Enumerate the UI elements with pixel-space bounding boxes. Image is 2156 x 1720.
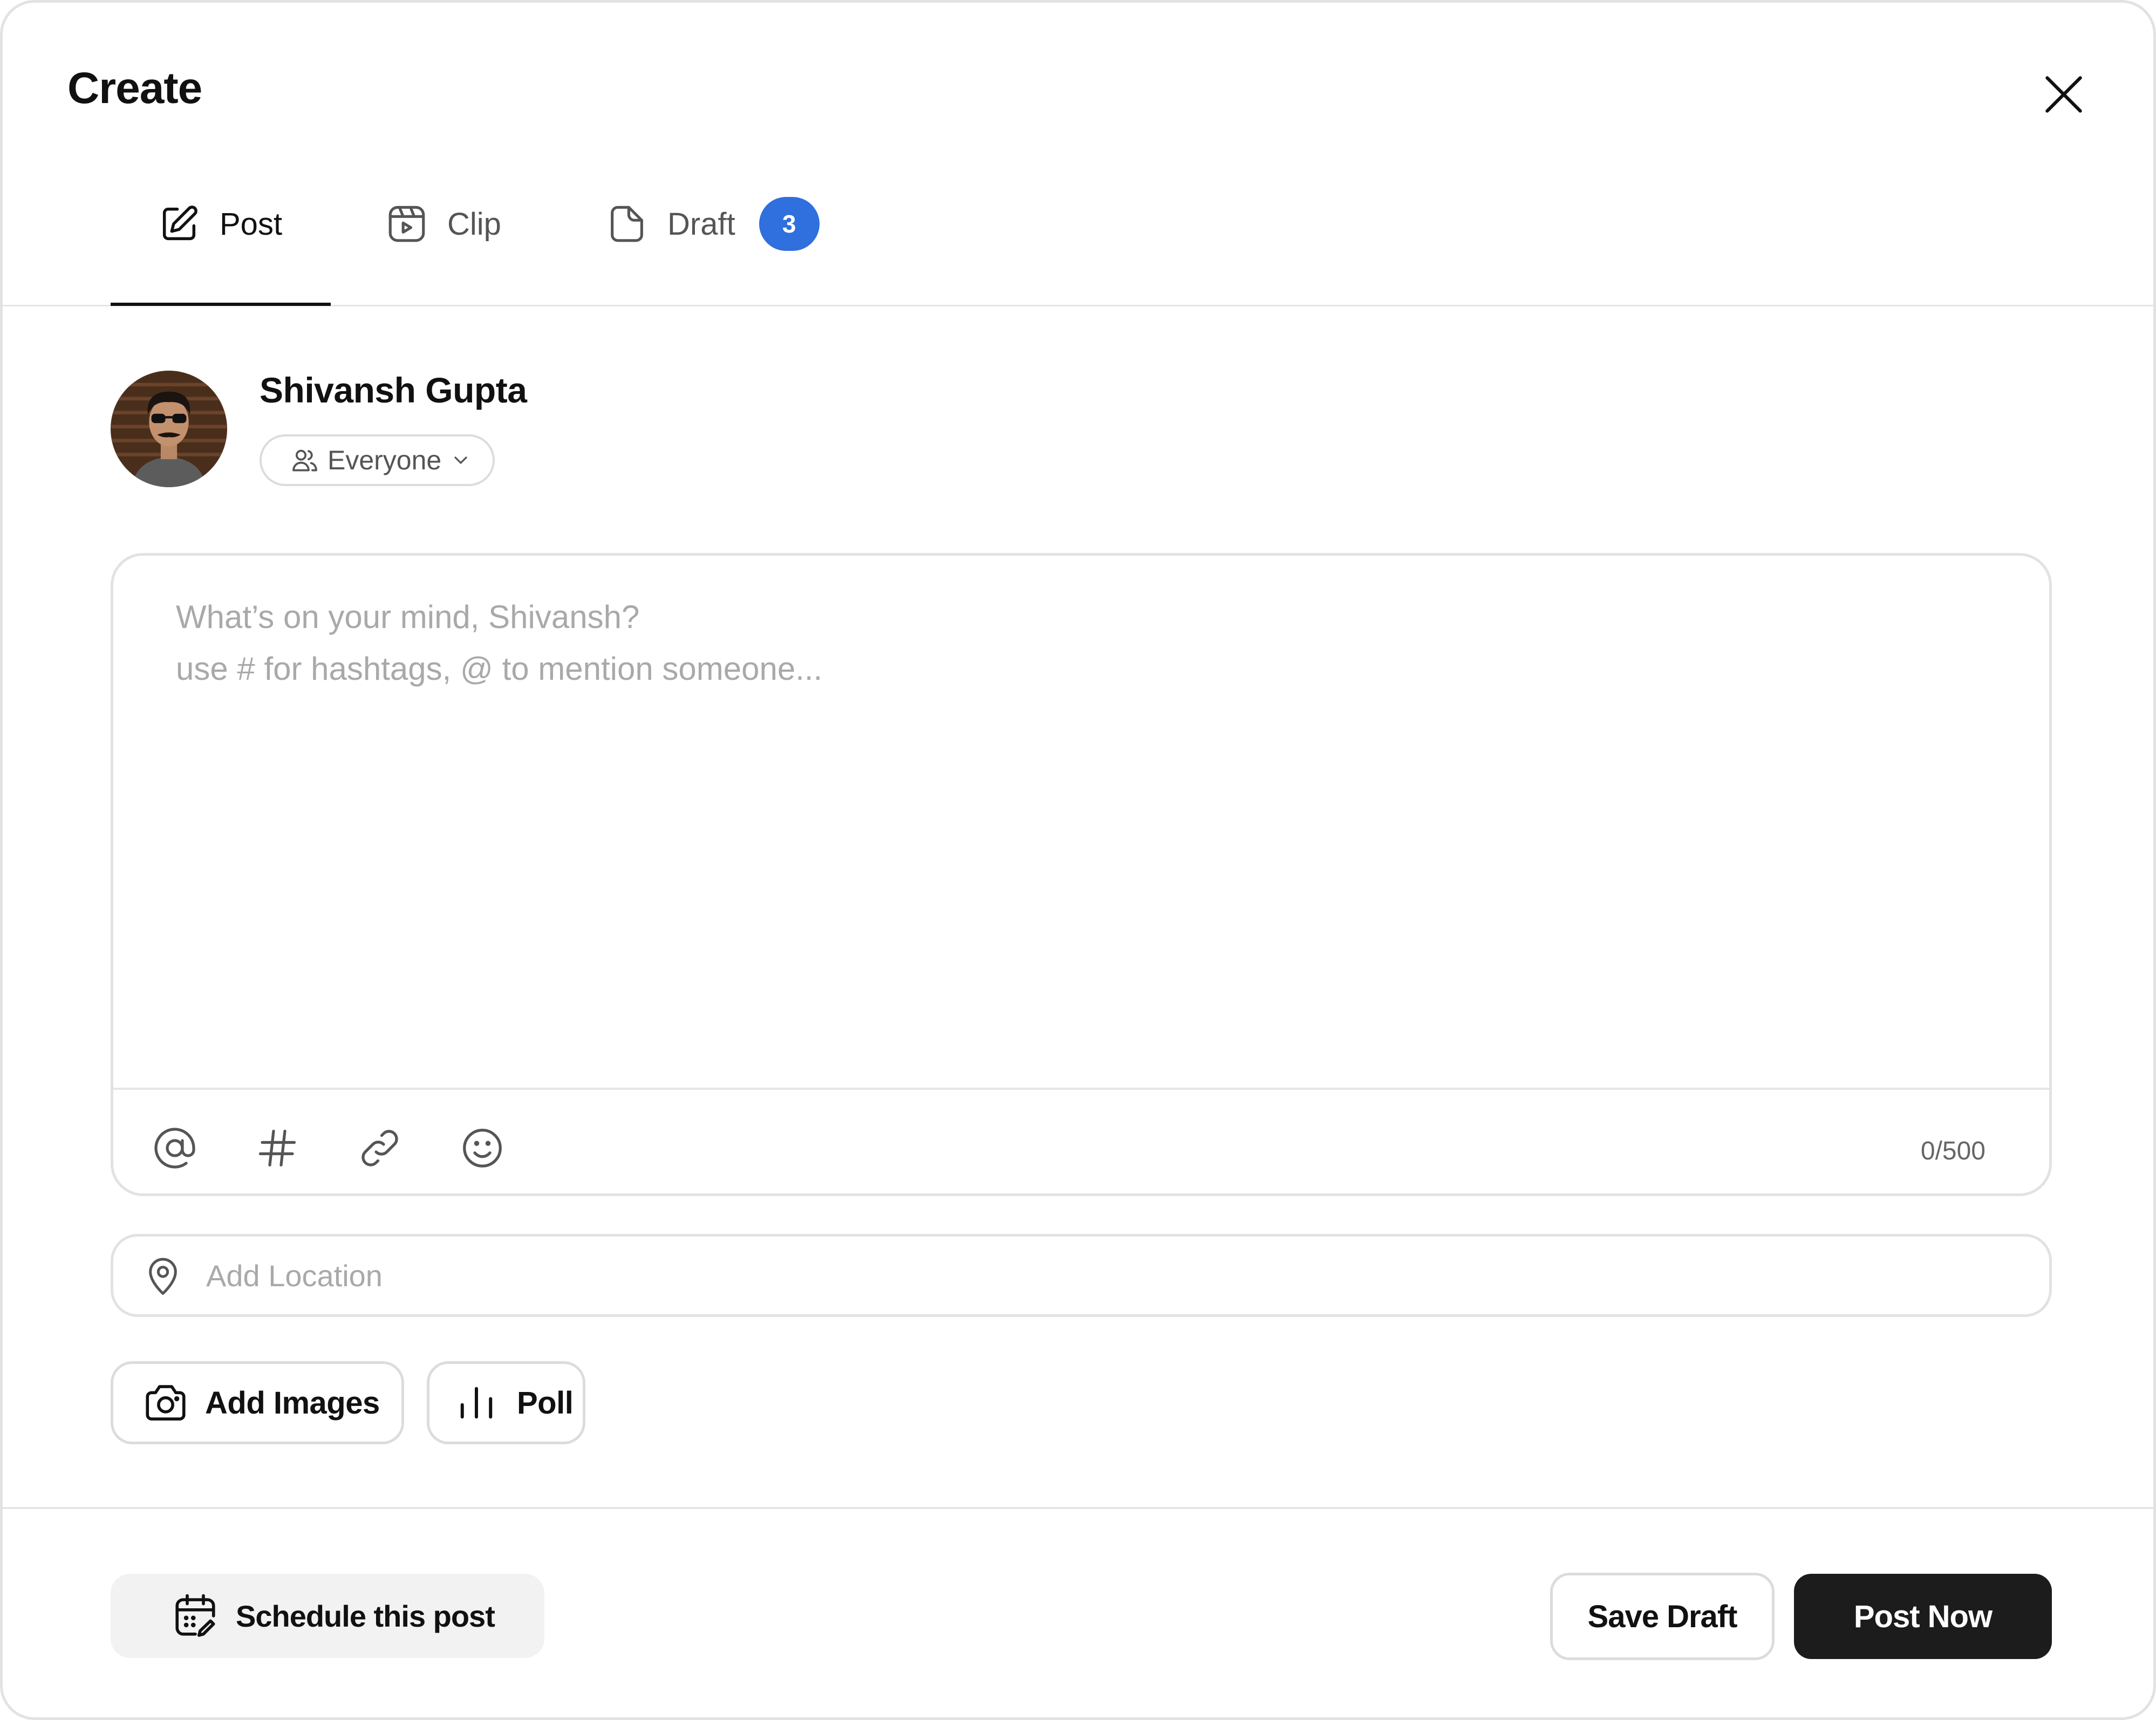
tab-label: Draft xyxy=(667,206,735,242)
chevron-down-icon xyxy=(450,449,472,471)
draft-count-badge: 3 xyxy=(759,197,820,251)
edit-square-icon xyxy=(157,202,201,246)
calendar-edit-icon xyxy=(171,1592,220,1640)
hashtag-icon xyxy=(258,1129,296,1167)
poll-label: Poll xyxy=(517,1385,574,1421)
create-post-dialog: Create Post Clip Draft 3 Shivansh Gupta … xyxy=(0,0,2156,1720)
location-input[interactable] xyxy=(205,1257,2049,1294)
schedule-label: Schedule this post xyxy=(236,1599,495,1633)
hashtag-button[interactable] xyxy=(255,1125,300,1171)
close-icon xyxy=(2045,76,2082,113)
schedule-post-button[interactable]: Schedule this post xyxy=(111,1574,544,1658)
audience-selector[interactable]: Everyone xyxy=(260,434,495,486)
emoji-button[interactable] xyxy=(460,1125,505,1171)
save-draft-button[interactable]: Save Draft xyxy=(1550,1573,1775,1660)
tab-label: Post xyxy=(220,206,283,242)
post-text-input[interactable] xyxy=(175,590,1957,1056)
composer-divider xyxy=(113,1088,2049,1090)
link-icon xyxy=(361,1130,398,1166)
video-clip-icon xyxy=(385,202,429,246)
add-images-button[interactable]: Add Images xyxy=(111,1361,404,1444)
users-icon xyxy=(290,445,320,475)
user-name: Shivansh Gupta xyxy=(260,370,527,410)
tab-post[interactable]: Post xyxy=(157,197,282,251)
mention-button[interactable] xyxy=(152,1125,197,1171)
character-counter: 0/500 xyxy=(1920,1137,1986,1165)
emoji-icon xyxy=(463,1129,502,1168)
tab-draft[interactable]: Draft 3 xyxy=(605,197,820,251)
add-images-label: Add Images xyxy=(205,1385,380,1421)
post-composer: 0/500 xyxy=(111,553,2052,1196)
poll-button[interactable]: Poll xyxy=(427,1361,585,1444)
close-button[interactable] xyxy=(2039,70,2089,119)
tab-clip[interactable]: Clip xyxy=(385,197,501,251)
audience-label: Everyone xyxy=(328,445,442,475)
camera-icon xyxy=(141,1378,190,1427)
avatar xyxy=(111,371,227,487)
active-tab-indicator xyxy=(111,303,331,306)
tab-label: Clip xyxy=(447,206,501,242)
footer-divider xyxy=(3,1507,2153,1509)
document-icon xyxy=(605,202,649,246)
location-field[interactable] xyxy=(111,1234,2052,1317)
map-pin-icon xyxy=(141,1254,185,1297)
post-now-button[interactable]: Post Now xyxy=(1794,1574,2052,1659)
bar-chart-icon xyxy=(452,1378,501,1427)
mention-icon xyxy=(154,1128,195,1169)
dialog-title: Create xyxy=(67,64,202,113)
link-button[interactable] xyxy=(357,1125,402,1171)
